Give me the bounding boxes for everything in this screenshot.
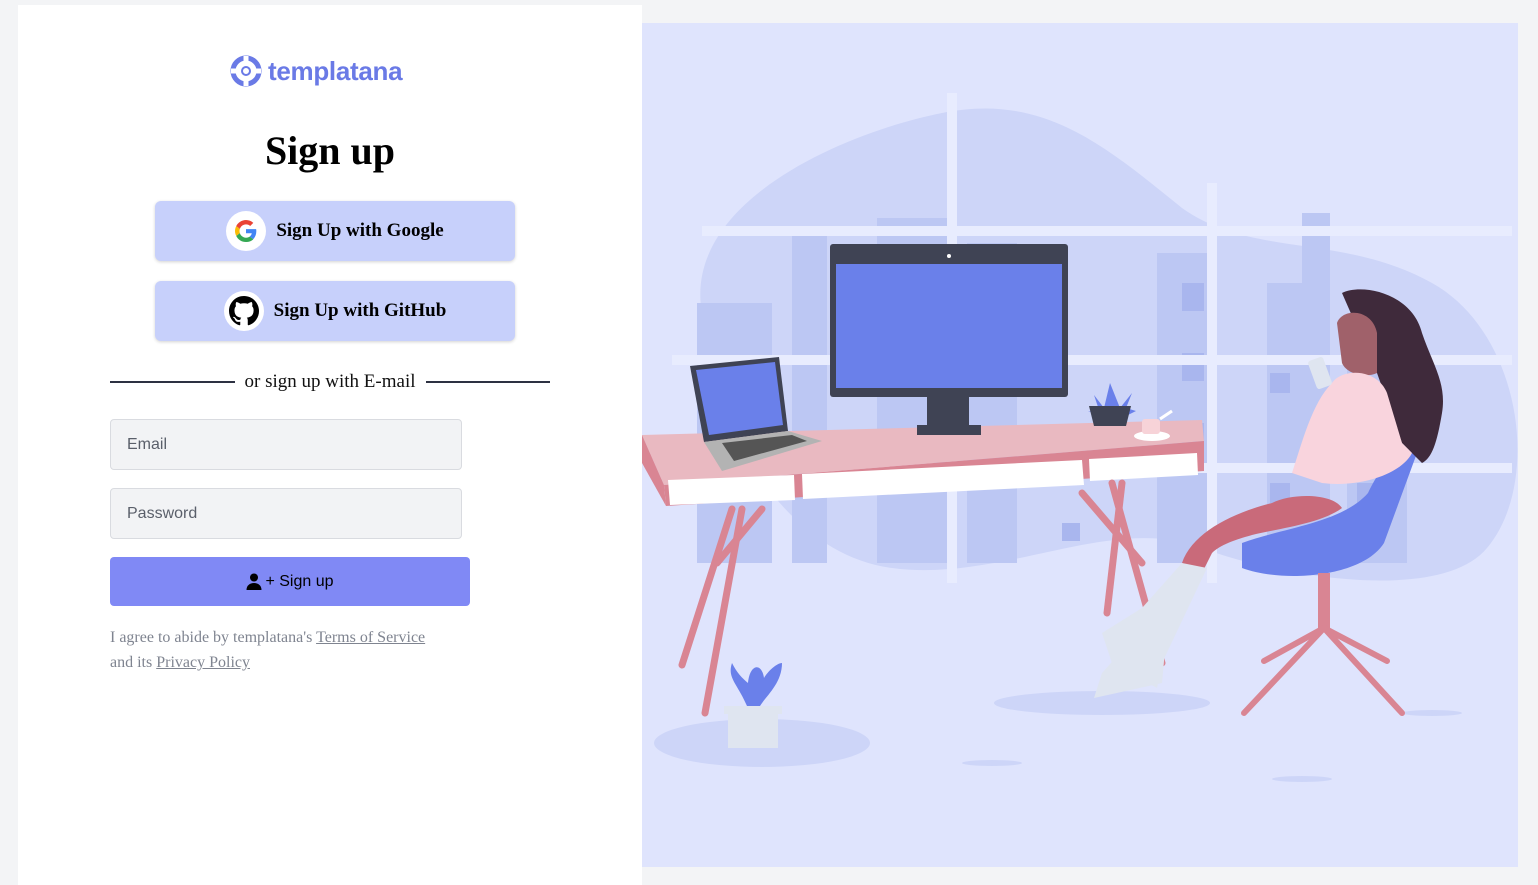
signup-panel: templatana Sign up Sign Up with Google S… xyxy=(18,5,642,885)
email-input[interactable] xyxy=(110,419,462,470)
brand-name: templatana xyxy=(268,55,403,86)
signup-submit-button[interactable]: + Sign up xyxy=(110,557,470,606)
floor-dash-1 xyxy=(962,760,1022,766)
email-divider: or sign up with E-mail xyxy=(110,371,551,393)
floor-dash-3 xyxy=(1272,776,1332,782)
google-signup-label: Sign Up with Google xyxy=(276,220,444,241)
terms-middle: and its xyxy=(110,654,153,671)
github-signup-button[interactable]: Sign Up with GitHub xyxy=(155,281,515,341)
page-title: Sign up xyxy=(264,128,396,173)
github-icon xyxy=(223,291,264,331)
terms-prefix: I agree to abide by templatana's xyxy=(110,629,313,646)
github-signup-label: Sign Up with GitHub xyxy=(273,300,447,321)
signup-submit-label: + Sign up xyxy=(265,572,334,590)
privacy-policy-link[interactable]: Privacy Policy xyxy=(156,654,250,671)
google-signup-button[interactable]: Sign Up with Google xyxy=(155,201,515,261)
cactus-plant xyxy=(724,663,782,748)
terms-notice: I agree to abide by templatana's Terms o… xyxy=(110,625,490,675)
illustration-panel xyxy=(642,23,1518,867)
divider-line-left xyxy=(110,381,235,383)
brand-logo[interactable]: templatana xyxy=(230,53,403,89)
terms-of-service-link[interactable]: Terms of Service xyxy=(316,629,425,646)
divider-text: or sign up with E-mail xyxy=(244,371,416,392)
workspace-illustration xyxy=(642,93,1518,782)
divider-line-right xyxy=(425,381,551,383)
floor-dash-2 xyxy=(1402,710,1462,716)
password-input[interactable] xyxy=(110,488,462,539)
google-icon xyxy=(226,211,267,251)
user-icon xyxy=(246,573,262,590)
lifebuoy-icon xyxy=(230,55,262,87)
